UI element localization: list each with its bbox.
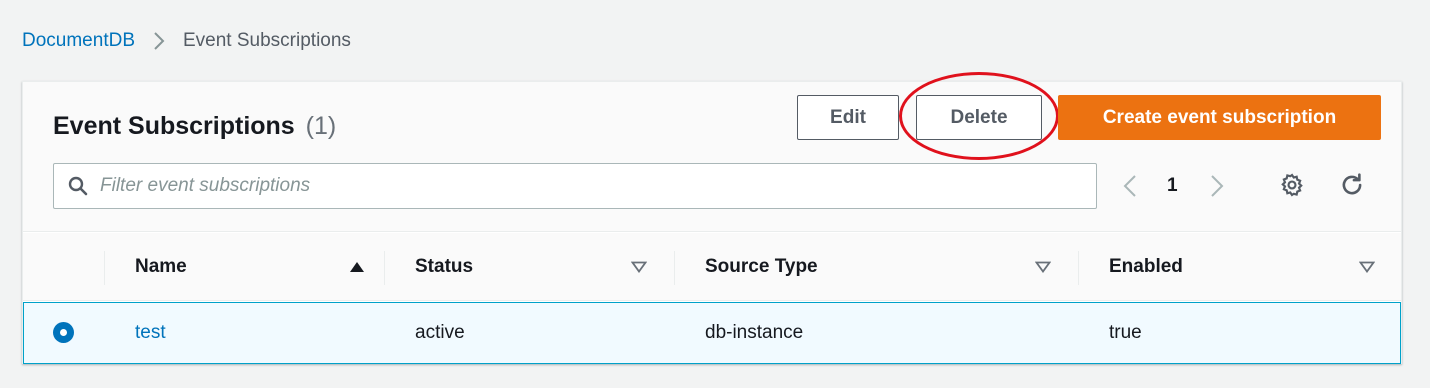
page-number[interactable]: 1: [1167, 175, 1178, 197]
item-count: (1): [305, 112, 337, 140]
column-header-source-type-label: Source Type: [705, 256, 818, 277]
column-header-status[interactable]: Status: [415, 233, 647, 301]
pagination: 1: [1123, 170, 1224, 202]
settings-gear-icon[interactable]: [1279, 172, 1305, 198]
panel-header: Event Subscriptions (1) Edit Delete Crea…: [23, 72, 1401, 232]
chevron-left-icon[interactable]: [1123, 174, 1137, 198]
column-divider: [1078, 251, 1079, 285]
breadcrumb-current: Event Subscriptions: [183, 30, 351, 51]
column-header-name[interactable]: Name: [135, 233, 365, 301]
sort-icon[interactable]: [1035, 261, 1051, 273]
sort-icon[interactable]: [1359, 261, 1375, 273]
page-title-text: Event Subscriptions: [53, 112, 295, 140]
column-header-source-type[interactable]: Source Type: [705, 233, 1051, 301]
row-select-radio[interactable]: [53, 322, 74, 343]
chevron-right-icon: [153, 31, 165, 51]
column-divider: [674, 251, 675, 285]
radio-dot: [60, 329, 67, 336]
column-divider: [384, 251, 385, 285]
event-subscriptions-panel: Event Subscriptions (1) Edit Delete Crea…: [22, 72, 1402, 364]
refresh-icon[interactable]: [1339, 172, 1365, 198]
column-header-enabled-label: Enabled: [1109, 256, 1183, 277]
sort-icon[interactable]: [631, 261, 647, 273]
subscription-name-link[interactable]: test: [135, 303, 166, 363]
source-type-cell: db-instance: [705, 322, 804, 343]
status-cell: active: [415, 322, 465, 343]
enabled-cell: true: [1109, 322, 1142, 343]
breadcrumb-documentdb-link[interactable]: DocumentDB: [22, 30, 135, 52]
chevron-right-icon[interactable]: [1210, 174, 1224, 198]
column-header-status-label: Status: [415, 256, 474, 277]
delete-button[interactable]: Delete: [916, 95, 1042, 140]
column-header-enabled[interactable]: Enabled: [1109, 233, 1375, 301]
page-title: Event Subscriptions (1): [53, 112, 336, 141]
column-header-name-label: Name: [135, 256, 187, 277]
table-header: Name Status Source Type Enabled: [23, 233, 1401, 301]
breadcrumb: DocumentDB Event Subscriptions: [22, 30, 351, 52]
sort-ascending-icon[interactable]: [349, 261, 365, 273]
create-event-subscription-button[interactable]: Create event subscription: [1058, 95, 1381, 140]
filter-search-box: [53, 163, 1097, 209]
filter-input[interactable]: [100, 175, 1060, 197]
edit-button[interactable]: Edit: [797, 95, 899, 140]
column-divider: [104, 251, 105, 285]
table-row[interactable]: test active db-instance true: [23, 302, 1401, 364]
search-icon: [68, 176, 88, 196]
